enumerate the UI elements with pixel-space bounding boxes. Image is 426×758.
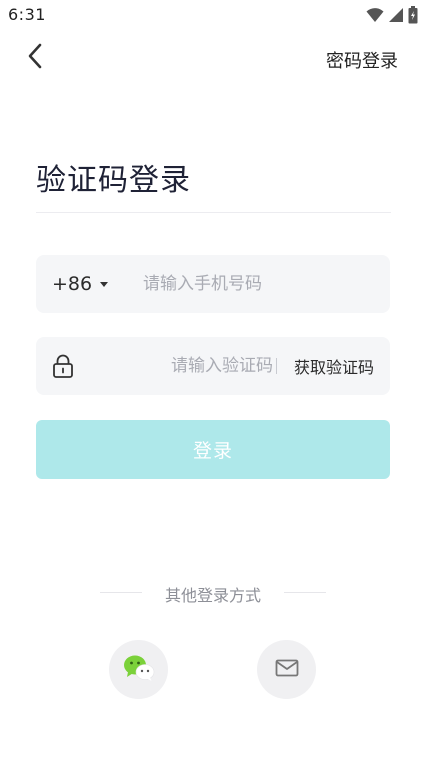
password-login-link[interactable]: 密码登录: [326, 47, 398, 73]
status-bar: 6:31: [0, 0, 426, 30]
caret-down-icon: [100, 282, 109, 287]
status-icons: [366, 6, 418, 28]
country-code-value: +86: [52, 273, 93, 295]
signal-icon: [388, 7, 404, 27]
divider-line-right: [284, 592, 326, 593]
wechat-icon: [123, 654, 155, 686]
verification-code-input[interactable]: [145, 337, 273, 395]
battery-icon: [408, 6, 418, 28]
wechat-login-button[interactable]: [109, 640, 168, 699]
country-code-selector[interactable]: +86: [52, 255, 109, 313]
wifi-icon: [366, 7, 384, 27]
phone-field: +86: [36, 255, 390, 313]
lock-icon: [52, 354, 74, 378]
code-separator: [276, 358, 277, 374]
verification-code-field: 获取验证码: [36, 337, 390, 395]
get-code-button[interactable]: 获取验证码: [294, 337, 374, 395]
status-time: 6:31: [8, 5, 46, 24]
other-login-label: 其他登录方式: [164, 586, 261, 605]
chevron-left-icon: [27, 43, 43, 73]
page-title: 验证码登录: [36, 163, 191, 198]
other-login-divider: 其他登录方式: [0, 582, 426, 605]
back-button[interactable]: [20, 42, 50, 74]
phone-input[interactable]: [143, 255, 373, 313]
email-login-button[interactable]: [257, 640, 316, 699]
login-page: 6:31 密码登录 验证码登录 +86 请输入手机号码 请输入验证码 获取验证码…: [0, 0, 426, 758]
title-divider: [36, 212, 391, 213]
email-icon: [275, 659, 299, 681]
login-button[interactable]: 登录: [36, 420, 390, 479]
